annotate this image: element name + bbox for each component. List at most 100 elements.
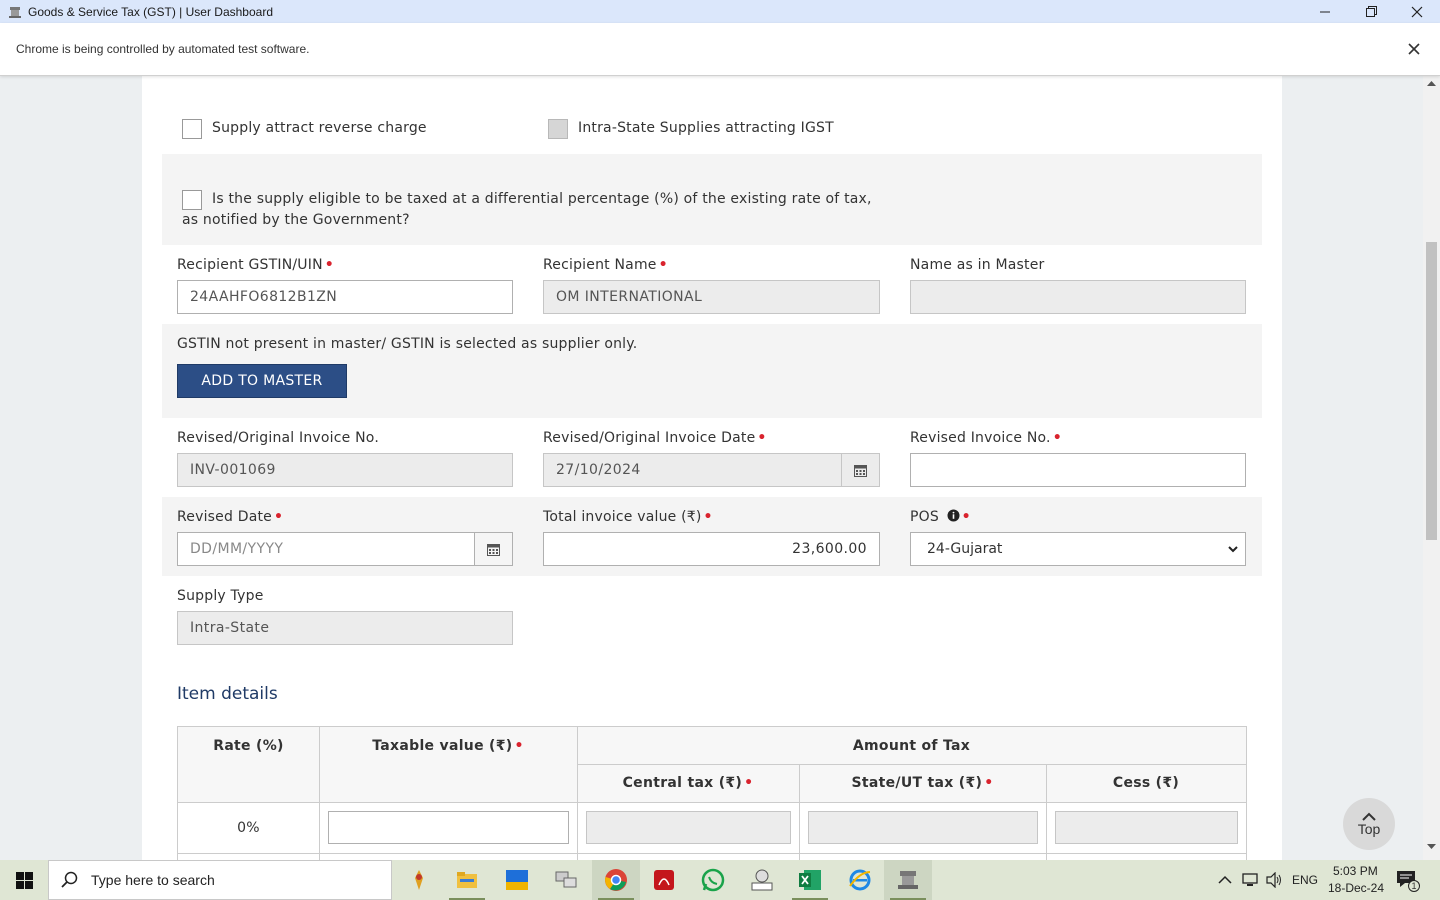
supply-type-input[interactable]: Intra-State	[177, 611, 513, 645]
taskbar-search[interactable]: Type here to search	[48, 860, 392, 900]
pdf24-icon	[751, 869, 773, 891]
orig-invoice-no-label: Revised/Original Invoice No.	[177, 430, 379, 446]
row-rate: 0%	[237, 819, 260, 836]
taskbar-file-explorer[interactable]	[443, 860, 491, 900]
revised-date-placeholder: DD/MM/YYYY	[190, 541, 284, 557]
volume-icon[interactable]	[1265, 872, 1283, 888]
close-window-button[interactable]	[1394, 0, 1440, 23]
scroll-up-arrow-icon[interactable]	[1427, 80, 1436, 86]
minimize-button[interactable]	[1302, 0, 1348, 23]
taskbar-excel[interactable]	[786, 860, 834, 900]
header-state-tax: State/UT tax (₹) •	[851, 775, 994, 791]
window-titlebar: Goods & Service Tax (GST) | User Dashboa…	[0, 0, 1440, 23]
intra-igst-checkbox[interactable]	[548, 119, 568, 139]
taskbar-app-3[interactable]	[493, 860, 541, 900]
recipient-gstin-label-text: Recipient GSTIN/UIN	[177, 257, 323, 273]
item-details-title: Item details	[177, 684, 278, 704]
scroll-down-arrow-icon[interactable]	[1427, 844, 1436, 850]
differential-checkbox[interactable]	[182, 190, 202, 210]
scroll-top-label: Top	[1357, 820, 1381, 837]
start-button[interactable]	[0, 860, 48, 900]
revised-invoice-no-input[interactable]	[910, 453, 1246, 487]
header-taxable-text: Taxable value (₹)	[372, 737, 513, 754]
state-tax-input[interactable]	[808, 811, 1038, 844]
name-master-input[interactable]	[910, 280, 1246, 314]
intra-igst-label: Intra-State Supplies attracting IGST	[578, 120, 834, 136]
notification-button[interactable]: 1	[1396, 870, 1420, 892]
internet-explorer-icon	[849, 869, 871, 891]
calendar-button[interactable]	[841, 454, 879, 486]
central-tax-input[interactable]	[586, 811, 791, 844]
close-icon	[1408, 43, 1420, 55]
calendar-icon	[487, 543, 500, 556]
recipient-gstin-label: Recipient GSTIN/UIN •	[177, 257, 334, 273]
taskbar-whatsapp[interactable]	[689, 860, 737, 900]
revised-invoice-no-label-text: Revised Invoice No.	[910, 430, 1051, 446]
close-icon	[1411, 6, 1423, 17]
header-amount-of-tax: Amount of Tax	[852, 737, 971, 754]
orig-invoice-no-input[interactable]: INV-001069	[177, 453, 513, 487]
reverse-charge-checkbox[interactable]	[182, 119, 202, 139]
taxable-value-input[interactable]	[328, 811, 569, 844]
header-cess: Cess (₹)	[1112, 775, 1180, 791]
chevron-down-icon	[1228, 546, 1238, 553]
infobar-close-button[interactable]	[1404, 39, 1424, 59]
total-value-input[interactable]: 23,600.00	[543, 532, 880, 566]
taskbar-pdf24[interactable]	[738, 860, 786, 900]
revised-date-input[interactable]: DD/MM/YYYY	[177, 532, 513, 566]
total-value-label: Total invoice value (₹) •	[543, 509, 713, 525]
item-details-table: Rate (%) Taxable value (₹) • Amount of Ta…	[177, 726, 1247, 860]
taskbar-app-4[interactable]	[542, 860, 590, 900]
chevron-up-icon[interactable]	[1218, 875, 1232, 885]
folder-icon	[457, 872, 477, 888]
blue-app-icon	[506, 870, 528, 890]
pos-selected-value: 24-Gujarat	[927, 541, 1003, 557]
clock-time[interactable]: 5:03 PM	[1333, 864, 1378, 878]
orig-invoice-date-label-text: Revised/Original Invoice Date	[543, 430, 756, 446]
excel-icon	[799, 870, 821, 890]
pos-label-text: POS	[910, 509, 939, 525]
pdf-icon	[654, 870, 674, 890]
taskbar-app-1[interactable]	[395, 860, 443, 900]
page-scrollbar[interactable]	[1423, 76, 1440, 860]
infobar-message: Chrome is being controlled by automated …	[16, 42, 310, 56]
scroll-top-button[interactable]: Top	[1343, 798, 1395, 850]
header-taxable: Taxable value (₹) •	[372, 737, 524, 754]
cess-input[interactable]	[1055, 811, 1238, 844]
chrome-icon	[605, 869, 627, 891]
restore-button[interactable]	[1348, 0, 1394, 23]
pos-select[interactable]: 24-Gujarat	[910, 532, 1246, 566]
clock-date[interactable]: 18-Dec-24	[1328, 881, 1384, 895]
taskbar-gst-app[interactable]	[884, 860, 932, 900]
reverse-charge-label: Supply attract reverse charge	[212, 120, 427, 136]
minimize-icon	[1320, 11, 1330, 12]
network-icon[interactable]	[1242, 872, 1260, 888]
network-app-icon	[555, 871, 577, 888]
gstin-note: GSTIN not present in master/ GSTIN is se…	[177, 336, 638, 352]
calendar-button[interactable]	[474, 533, 512, 565]
scrollbar-thumb[interactable]	[1426, 242, 1437, 540]
automation-infobar: Chrome is being controlled by automated …	[0, 23, 1440, 76]
info-icon[interactable]	[947, 509, 960, 522]
taskbar-chrome[interactable]	[592, 860, 640, 900]
revised-date-label: Revised Date •	[177, 509, 284, 525]
differential-text-line2: as notified by the Government?	[182, 212, 410, 228]
total-value-label-text: Total invoice value (₹)	[543, 509, 702, 525]
windows-logo-icon	[15, 871, 33, 889]
header-central-text: Central tax (₹)	[622, 775, 743, 791]
whatsapp-icon	[701, 868, 725, 892]
header-central-tax: Central tax (₹) •	[622, 775, 754, 791]
page-viewport: Supply attract reverse charge Intra-Stat…	[0, 76, 1440, 860]
search-icon	[61, 871, 78, 888]
taskbar-ie[interactable]	[836, 860, 884, 900]
recipient-gstin-input[interactable]: 24AAHFO6812B1ZN	[177, 280, 513, 314]
revised-invoice-no-label: Revised Invoice No. •	[910, 430, 1062, 446]
taskbar-acrobat[interactable]	[640, 860, 688, 900]
orig-invoice-date-input[interactable]: 27/10/2024	[543, 453, 880, 487]
language-indicator[interactable]: ENG	[1292, 873, 1318, 887]
add-to-master-button[interactable]: ADD TO MASTER	[177, 364, 347, 398]
gst-emblem-icon	[898, 871, 918, 889]
gst-emblem-icon	[9, 6, 21, 18]
pos-label: POS •	[910, 509, 971, 525]
recipient-name-input[interactable]: OM INTERNATIONAL	[543, 280, 880, 314]
